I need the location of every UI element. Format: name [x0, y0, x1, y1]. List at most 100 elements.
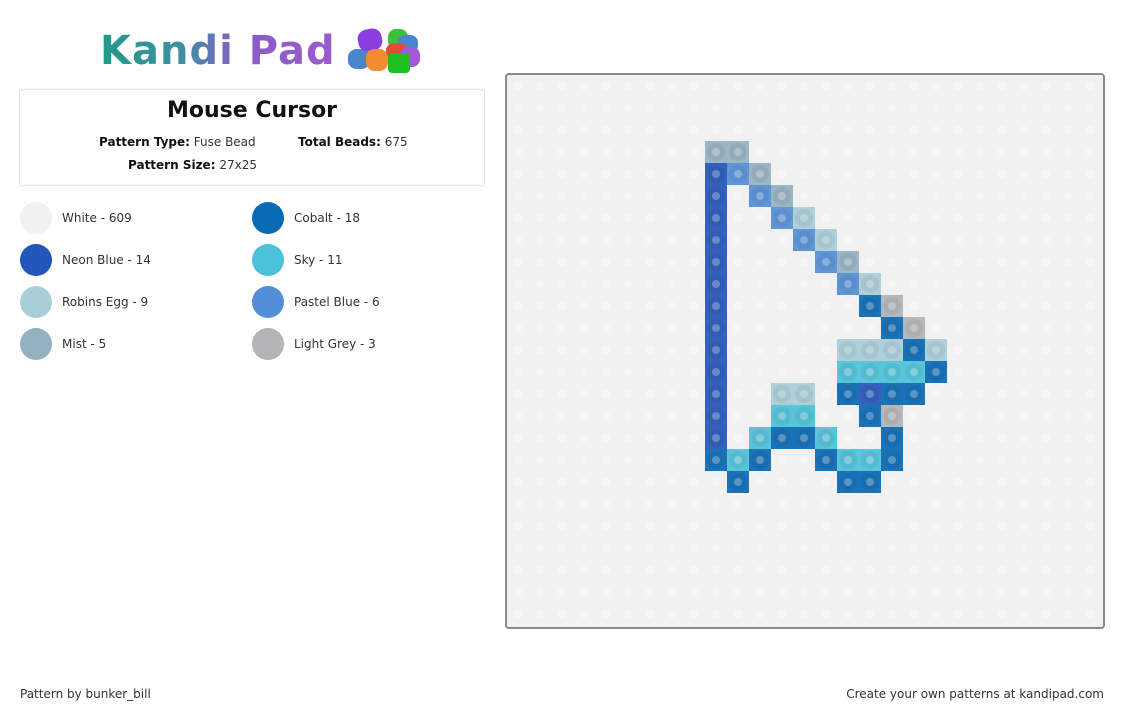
bead-white — [507, 75, 529, 97]
bead-pastel-blue — [749, 185, 771, 207]
bead-white — [947, 471, 969, 493]
bead-white — [991, 361, 1013, 383]
bead-mist — [705, 141, 727, 163]
bead-white — [771, 449, 793, 471]
legend-label: Light Grey - 3 — [294, 337, 376, 351]
bead-white — [661, 317, 683, 339]
bead-white — [881, 515, 903, 537]
bead-white — [925, 559, 947, 581]
bead-white — [551, 427, 573, 449]
bead-white — [815, 185, 837, 207]
bead-white — [551, 515, 573, 537]
bead-white — [727, 317, 749, 339]
bead-white — [859, 185, 881, 207]
bead-white — [661, 295, 683, 317]
bead-sky — [881, 361, 903, 383]
bead-white — [859, 493, 881, 515]
bead-white — [1057, 163, 1079, 185]
bead-white — [969, 75, 991, 97]
bead-white — [815, 361, 837, 383]
bead-white — [793, 141, 815, 163]
bead-white — [1079, 427, 1101, 449]
bead-white — [573, 515, 595, 537]
beads-logo-icon — [347, 26, 420, 75]
bead-white — [661, 97, 683, 119]
bead-cobalt — [705, 449, 727, 471]
bead-white — [727, 273, 749, 295]
bead-white — [727, 229, 749, 251]
bead-white — [617, 251, 639, 273]
swatch-robins-egg-icon — [20, 286, 52, 318]
bead-white — [727, 493, 749, 515]
bead-white — [727, 361, 749, 383]
bead-white — [529, 339, 551, 361]
bead-white — [661, 361, 683, 383]
bead-white — [727, 295, 749, 317]
legend-item-neon-blue: Neon Blue - 14 — [20, 244, 151, 276]
kandipad-promo-link[interactable]: Create your own patterns at kandipad.com — [846, 687, 1104, 701]
bead-white — [595, 581, 617, 603]
bead-white — [573, 471, 595, 493]
bead-white — [551, 405, 573, 427]
bead-white — [1057, 515, 1079, 537]
bead-white — [837, 581, 859, 603]
bead-white — [771, 119, 793, 141]
bead-white — [1013, 119, 1035, 141]
bead-white — [529, 427, 551, 449]
bead-white — [595, 427, 617, 449]
bead-white — [551, 317, 573, 339]
bead-white — [925, 471, 947, 493]
bead-white — [815, 405, 837, 427]
bead-white — [859, 207, 881, 229]
bead-white — [529, 273, 551, 295]
bead-white — [1079, 75, 1101, 97]
bead-cobalt — [903, 383, 925, 405]
bead-white — [1035, 317, 1057, 339]
bead-white — [1057, 317, 1079, 339]
bead-white — [969, 405, 991, 427]
bead-white — [529, 449, 551, 471]
bead-white — [815, 141, 837, 163]
bead-white — [507, 361, 529, 383]
bead-white — [551, 119, 573, 141]
bead-white — [1057, 581, 1079, 603]
bead-white — [881, 273, 903, 295]
bead-white — [507, 471, 529, 493]
bead-white — [1057, 229, 1079, 251]
bead-white — [947, 273, 969, 295]
bead-white — [947, 383, 969, 405]
bead-white — [969, 559, 991, 581]
bead-white — [793, 537, 815, 559]
bead-white — [859, 229, 881, 251]
bead-white — [639, 97, 661, 119]
bead-white — [727, 75, 749, 97]
bead-white — [573, 559, 595, 581]
bead-white — [771, 559, 793, 581]
bead-white — [551, 471, 573, 493]
legend-item-white: White - 609 — [20, 202, 132, 234]
bead-white — [991, 581, 1013, 603]
bead-neon-blue — [705, 405, 727, 427]
bead-white — [903, 449, 925, 471]
bead-white — [859, 515, 881, 537]
bead-white — [661, 537, 683, 559]
bead-white — [529, 361, 551, 383]
bead-white — [1057, 427, 1079, 449]
bead-white — [793, 75, 815, 97]
bead-white — [1013, 405, 1035, 427]
bead-white — [639, 229, 661, 251]
bead-white — [595, 97, 617, 119]
bead-white — [881, 581, 903, 603]
kandipad-logo[interactable]: Kandi Pad — [100, 26, 420, 76]
bead-white — [661, 581, 683, 603]
bead-white — [573, 97, 595, 119]
bead-white — [749, 339, 771, 361]
bead-white — [969, 427, 991, 449]
bead-white — [639, 295, 661, 317]
bead-white — [991, 317, 1013, 339]
pattern-type-value: Fuse Bead — [193, 135, 256, 149]
bead-white — [969, 141, 991, 163]
legend-label: Sky - 11 — [294, 253, 343, 267]
bead-cobalt — [837, 471, 859, 493]
bead-white — [925, 163, 947, 185]
